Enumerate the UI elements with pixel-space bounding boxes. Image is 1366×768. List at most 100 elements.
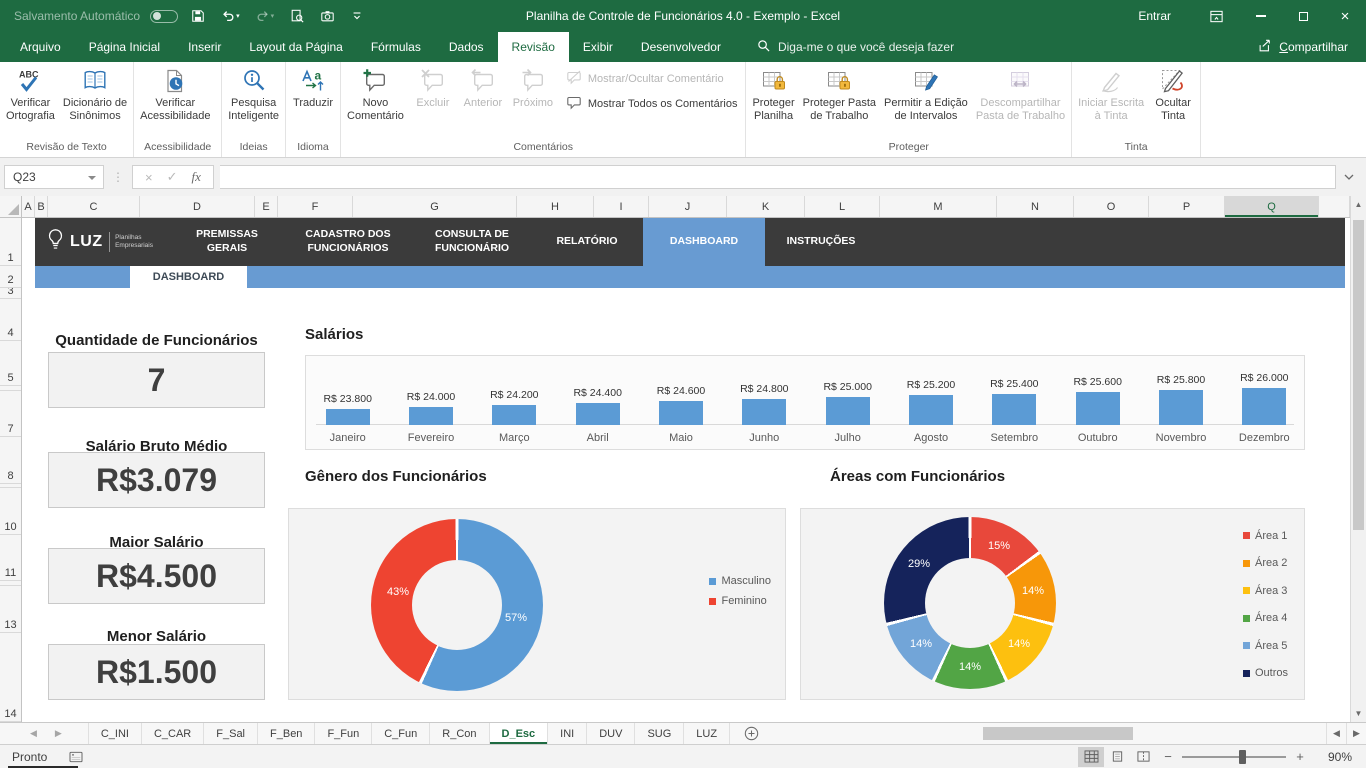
column-header-q[interactable]: Q	[1225, 196, 1319, 217]
nav-tab-premissas-gerais[interactable]: PREMISSAS GERAIS	[171, 218, 283, 266]
ribbon-button-traduzir[interactable]: aTraduzir	[288, 65, 338, 110]
horizontal-scroll-track[interactable]	[773, 723, 1326, 744]
column-header-p[interactable]: P	[1149, 196, 1225, 217]
sheet-tab-f-ben[interactable]: F_Ben	[258, 723, 315, 744]
row-header-8[interactable]: 8	[0, 437, 21, 484]
zoom-slider-thumb[interactable]	[1239, 750, 1246, 764]
zoom-slider[interactable]	[1182, 747, 1286, 767]
column-header-k[interactable]: K	[727, 196, 805, 217]
tab-p-gina-inicial[interactable]: Página Inicial	[75, 32, 174, 62]
sign-in-button[interactable]: Entrar	[1116, 9, 1193, 23]
row-header-5[interactable]: 5	[0, 341, 21, 386]
ribbon-button-verificar-ortografia[interactable]: ABCVerificar Ortografia	[2, 65, 59, 123]
ribbon-button-pesquisa-inteligente[interactable]: Pesquisa Inteligente	[224, 65, 283, 123]
tab-inserir[interactable]: Inserir	[174, 32, 235, 62]
ribbon-button-dicion-rio-de-sin-nimos[interactable]: Dicionário de Sinônimos	[59, 65, 131, 123]
scroll-up-icon[interactable]: ▲	[1351, 196, 1366, 213]
page-layout-view-icon[interactable]	[1104, 747, 1130, 767]
ribbon-button-ocultar-tinta[interactable]: Ocultar Tinta	[1148, 65, 1198, 123]
horizontal-scrollbar[interactable]: ◀ ▶	[773, 723, 1366, 744]
tab-revis-o[interactable]: Revisão	[498, 32, 569, 62]
column-header-b[interactable]: B	[35, 196, 48, 217]
save-icon[interactable]	[188, 7, 208, 25]
sheet-tab-c-fun[interactable]: C_Fun	[372, 723, 430, 744]
column-header-d[interactable]: D	[140, 196, 255, 217]
sheet-tab-d-esc[interactable]: D_Esc	[490, 723, 549, 744]
ribbon-display-options-icon[interactable]	[1193, 0, 1240, 32]
column-header-c[interactable]: C	[48, 196, 140, 217]
sheet-prev-icon[interactable]: ◀	[30, 728, 37, 739]
sheet-tab-sug[interactable]: SUG	[635, 723, 684, 744]
nav-tab-cadastro-dos-funcion-rios[interactable]: CADASTRO DOS FUNCIONÁRIOS	[283, 218, 413, 266]
column-header-o[interactable]: O	[1074, 196, 1149, 217]
column-header-e[interactable]: E	[255, 196, 278, 217]
tell-me-search[interactable]: Diga-me o que você deseja fazer	[757, 32, 954, 62]
nav-tab-instru-es[interactable]: INSTRUÇÕES	[765, 218, 877, 266]
minimize-button[interactable]	[1240, 0, 1282, 32]
nav-tab-relat-rio[interactable]: RELATÓRIO	[531, 218, 643, 266]
ribbon-button-mostrar-todos-os-coment-rios[interactable]: Mostrar Todos os Comentários	[566, 94, 738, 114]
tab-layout-da-p-gina[interactable]: Layout da Página	[235, 32, 356, 62]
name-box-dropdown-icon[interactable]	[88, 176, 96, 180]
g-nero-dos-funcion-rios-chart[interactable]: 57%43%MasculinoFeminino	[288, 508, 786, 700]
close-button[interactable]: ×	[1324, 0, 1366, 32]
column-header-i[interactable]: I	[594, 196, 649, 217]
row-header-13[interactable]: 13	[0, 586, 21, 633]
new-sheet-button[interactable]	[730, 723, 773, 744]
tab-exibir[interactable]: Exibir	[569, 32, 627, 62]
sheet-tab-duv[interactable]: DUV	[587, 723, 635, 744]
ribbon-button-proteger-planilha[interactable]: Proteger Planilha	[748, 65, 798, 123]
customize-qat-icon[interactable]	[348, 7, 366, 25]
sheet-tab-c-ini[interactable]: C_INI	[88, 723, 142, 744]
formula-bar-expand-icon[interactable]	[1336, 168, 1362, 186]
autosave-toggle[interactable]	[150, 10, 178, 23]
select-all-corner[interactable]	[0, 196, 22, 217]
tab-dados[interactable]: Dados	[435, 32, 498, 62]
zoom-in-button[interactable]: +	[1288, 749, 1312, 764]
sheet-tab-f-sal[interactable]: F_Sal	[204, 723, 258, 744]
row-header-4[interactable]: 4	[0, 299, 21, 341]
nav-tab-consulta-de-funcion-rio[interactable]: CONSULTA DE FUNCIONÁRIO	[413, 218, 531, 266]
sheet-tab-c-car[interactable]: C_CAR	[142, 723, 204, 744]
column-header-n[interactable]: N	[997, 196, 1074, 217]
column-header-m[interactable]: M	[880, 196, 997, 217]
column-header-l[interactable]: L	[805, 196, 880, 217]
sheet-canvas[interactable]: LUZ Planilhas Empresariais PREMISSAS GER…	[22, 218, 1350, 722]
scroll-left-icon[interactable]: ◀	[1326, 723, 1346, 744]
zoom-out-button[interactable]: −	[1156, 749, 1180, 764]
column-header-h[interactable]: H	[517, 196, 594, 217]
scroll-right-icon[interactable]: ▶	[1346, 723, 1366, 744]
column-header-g[interactable]: G	[353, 196, 517, 217]
column-header-j[interactable]: J	[649, 196, 727, 217]
ribbon-button-verificar-acessibilidade[interactable]: Verificar Acessibilidade	[136, 65, 214, 123]
row-header-2[interactable]: 2	[0, 266, 21, 288]
sheet-tab-ini[interactable]: INI	[548, 723, 587, 744]
scroll-down-icon[interactable]: ▼	[1351, 705, 1366, 722]
tab-desenvolvedor[interactable]: Desenvolvedor	[627, 32, 735, 62]
dashboard-page-tab[interactable]: DASHBOARD	[130, 266, 247, 288]
row-header-3[interactable]: 3	[0, 288, 21, 299]
ribbon-button-permitir-a-edi-o-de-intervalos[interactable]: Permitir a Edição de Intervalos	[880, 65, 972, 123]
camera-icon[interactable]	[317, 7, 338, 25]
sheet-next-icon[interactable]: ▶	[55, 728, 62, 739]
row-header-1[interactable]: 1	[0, 218, 21, 266]
column-header-f[interactable]: F	[278, 196, 353, 217]
ribbon-button-proteger-pasta-de-trabalho[interactable]: Proteger Pasta de Trabalho	[799, 65, 880, 123]
reas-com-funcion-rios-chart[interactable]: 15%14%14%14%14%29%Área 1Área 2Área 3Área…	[800, 508, 1305, 700]
ribbon-button-novo-coment-rio[interactable]: Novo Comentário	[343, 65, 408, 123]
row-header-11[interactable]: 11	[0, 535, 21, 581]
insert-function-icon[interactable]: fx	[192, 169, 201, 185]
print-preview-icon[interactable]	[287, 7, 307, 25]
tab-arquivo[interactable]: Arquivo	[6, 32, 75, 62]
salaries-bar-chart[interactable]: R$ 23.800JaneiroR$ 24.000FevereiroR$ 24.…	[305, 355, 1305, 450]
restore-button[interactable]	[1282, 0, 1324, 32]
undo-icon[interactable]: ▾	[218, 7, 243, 25]
row-header-14[interactable]: 14	[0, 633, 21, 722]
page-break-view-icon[interactable]	[1130, 747, 1156, 767]
share-button[interactable]: Compartilhar	[1257, 32, 1366, 62]
normal-view-icon[interactable]	[1078, 747, 1104, 767]
name-box[interactable]: Q23	[4, 165, 104, 189]
horizontal-scroll-thumb[interactable]	[983, 727, 1133, 740]
formula-input[interactable]	[220, 165, 1336, 189]
column-header-a[interactable]: A	[22, 196, 35, 217]
